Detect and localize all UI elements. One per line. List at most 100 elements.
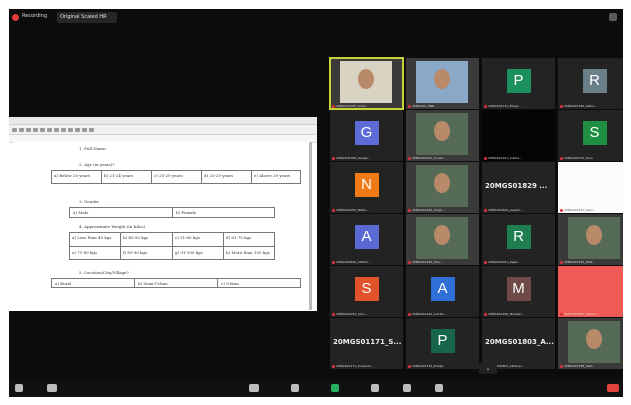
avatar: A: [430, 277, 455, 301]
participant-tile[interactable]: A 20MGS01820_Abhish...: [330, 214, 403, 265]
participant-name-display: 20MGS01803_A...: [485, 338, 554, 346]
participant-name: 20MGS01070_Tanu: [560, 156, 623, 160]
shared-screen: 1. Full Name: 2. Age (in years)? a) Belo…: [9, 117, 317, 311]
participant-name: 20MGS01021_Anush...: [408, 156, 477, 160]
doc-toolbar: [9, 125, 317, 135]
participant-name: 20MGS01171_Suvendu...: [332, 364, 401, 368]
participant-tile[interactable]: G 20MGS01789_Ganga...: [330, 110, 403, 161]
record-icon[interactable]: [371, 384, 379, 392]
participant-tile[interactable]: 20MGS01765_Sovit...: [329, 57, 404, 110]
participant-name: 20MGS01054_Sonu...: [332, 312, 401, 316]
weight-option-b: b) 40-50 kgs: [123, 235, 149, 240]
mute-icon[interactable]: [15, 384, 23, 392]
mic-muted-icon: [408, 364, 411, 368]
participant-name: 20MGS01_PNP...: [408, 104, 477, 108]
age-option-a: a) Below 20 years: [54, 173, 91, 178]
avatar: M: [506, 277, 531, 301]
avatar: R: [506, 225, 531, 249]
participant-name: 20MGS01789_Ganga...: [332, 156, 401, 160]
participant-name-text: 20MGS01887_Saurav...: [564, 312, 599, 316]
mic-muted-icon: [484, 260, 487, 264]
share-screen-icon[interactable]: [331, 384, 339, 392]
mic-muted-icon: [408, 312, 411, 316]
participant-name-text: 20MGS01_PNP...: [412, 104, 437, 108]
participant-tile[interactable]: M 20MGS01200_Mukesh...: [482, 266, 555, 317]
zoom-window: Recording Original Scaled HR 1. Full Nam…: [9, 9, 623, 397]
participant-tile[interactable]: 20MGS01167_Vipul...: [558, 162, 623, 213]
gender-option-male: a) Male: [73, 210, 89, 215]
participant-tile[interactable]: 20MGS01763_Ritik...: [558, 214, 623, 265]
participant-name-text: 20MGS01100_Vivek...: [412, 208, 445, 212]
video-feed: [568, 321, 620, 363]
weight-option-c: c) 51-60 kgs: [175, 235, 200, 240]
view-options-button[interactable]: Original Scaled HR: [57, 12, 117, 23]
question-location: 5. Location/City/Village?: [79, 270, 129, 275]
participant-tile[interactable]: R 20MGS01760_Rahul...: [558, 58, 623, 109]
participant-name: 20MGS01716_Pratap: [408, 364, 477, 368]
participant-tile[interactable]: 20MGS01156_Shiv...: [406, 214, 479, 265]
participant-tile[interactable]: 20MGS01101_Subha...: [482, 110, 555, 161]
participant-name: 20MGS01055_Nikhil...: [332, 208, 401, 212]
reactions-icon[interactable]: [403, 384, 411, 392]
participants-icon[interactable]: [249, 384, 259, 392]
participant-name: 20MGS01001_Rajat...: [484, 260, 553, 264]
participant-tile[interactable]: 20MGS01803_A... 20MGS01803_Abhinav...: [482, 318, 555, 369]
participant-tile[interactable]: S 20MGS01070_Tanu: [558, 110, 623, 161]
participant-name-text: 20MGS01054_Sonu...: [336, 312, 369, 316]
apps-icon[interactable]: [435, 384, 443, 392]
gallery-next-page-button[interactable]: ⌄: [479, 363, 497, 374]
weight-option-a: a) Less than 40 kgs: [72, 235, 112, 240]
participant-tile[interactable]: 20MGS01829 ... 20MGS01829_Joseph...: [482, 162, 555, 213]
mic-muted-icon: [332, 104, 335, 108]
participant-tile[interactable]: R 20MGS01001_Rajat...: [482, 214, 555, 265]
mic-muted-icon: [484, 104, 487, 108]
person-face: [434, 173, 450, 193]
chat-icon[interactable]: [291, 384, 299, 392]
location-option-semi-urban: b) Semi-Urban: [138, 281, 168, 286]
participant-name: 20MGS01100_Vivek...: [408, 208, 477, 212]
mic-muted-icon: [484, 312, 487, 316]
participant-name-text: 20MGS01171_Suvendu...: [336, 364, 374, 368]
participant-name-text: 20MGS01167_Vipul...: [564, 208, 596, 212]
mic-muted-icon: [332, 208, 335, 212]
participant-name: 20MGS01101_Subha...: [484, 156, 553, 160]
participant-tile[interactable]: S 20MGS01054_Sonu...: [330, 266, 403, 317]
person-face: [586, 329, 602, 349]
participant-name-text: 20MGS01789_Ganga...: [336, 156, 371, 160]
participant-name-text: 20MGS01055_Nikhil...: [336, 208, 369, 212]
participant-tile[interactable]: 20MGS01021_Anush...: [406, 110, 479, 161]
participant-name: 20MGS01102_Anirbh...: [408, 312, 477, 316]
mic-muted-icon: [484, 156, 487, 160]
participant-name-text: 20MGS01200_Mukesh...: [488, 312, 524, 316]
person-face: [434, 121, 450, 141]
participant-tile[interactable]: 20MGS01887_Saurav...: [558, 266, 623, 317]
mic-muted-icon: [560, 364, 563, 368]
participant-tile[interactable]: 20MGS01_PNP...: [406, 58, 479, 109]
weight-option-f: f) 81-90 kgs: [123, 250, 148, 255]
question-gender: 3. Gender: [79, 199, 100, 204]
participant-tile[interactable]: P 20MGS01716_Pratap: [406, 318, 479, 369]
participant-name-text: 20MGS01829_Joseph...: [488, 208, 523, 212]
layout-icon[interactable]: [609, 13, 617, 21]
participant-name-text: 20MGS01021_Anush...: [412, 156, 446, 160]
mic-muted-icon: [332, 312, 335, 316]
participant-name: 20MGS01829_Joseph...: [484, 208, 553, 212]
video-feed: [568, 217, 620, 259]
mic-muted-icon: [560, 260, 563, 264]
leave-button[interactable]: [607, 384, 619, 392]
mic-muted-icon: [332, 260, 335, 264]
participant-name-text: 20MGS01102_Anirbh...: [412, 312, 447, 316]
video-icon[interactable]: [47, 384, 57, 392]
participant-tile[interactable]: A 20MGS01102_Anirbh...: [406, 266, 479, 317]
person-face: [358, 69, 374, 89]
participant-name-display: 20MGS01171_S...: [333, 338, 402, 346]
participant-tile[interactable]: N 20MGS01055_Nikhil...: [330, 162, 403, 213]
participant-tile[interactable]: 20MGS01171_S... 20MGS01171_Suvendu...: [330, 318, 403, 369]
participant-name-text: 20MGS01070_Tanu: [564, 156, 593, 160]
participant-name-text: 20MGS01156_Shiv...: [412, 260, 443, 264]
participant-tile[interactable]: P 20MGS01741_Bhupi...: [482, 58, 555, 109]
person-face: [434, 225, 450, 245]
participant-tile[interactable]: 20MGS01788_Yash...: [558, 318, 623, 369]
video-feed: [416, 217, 468, 259]
participant-tile[interactable]: 20MGS01100_Vivek...: [406, 162, 479, 213]
